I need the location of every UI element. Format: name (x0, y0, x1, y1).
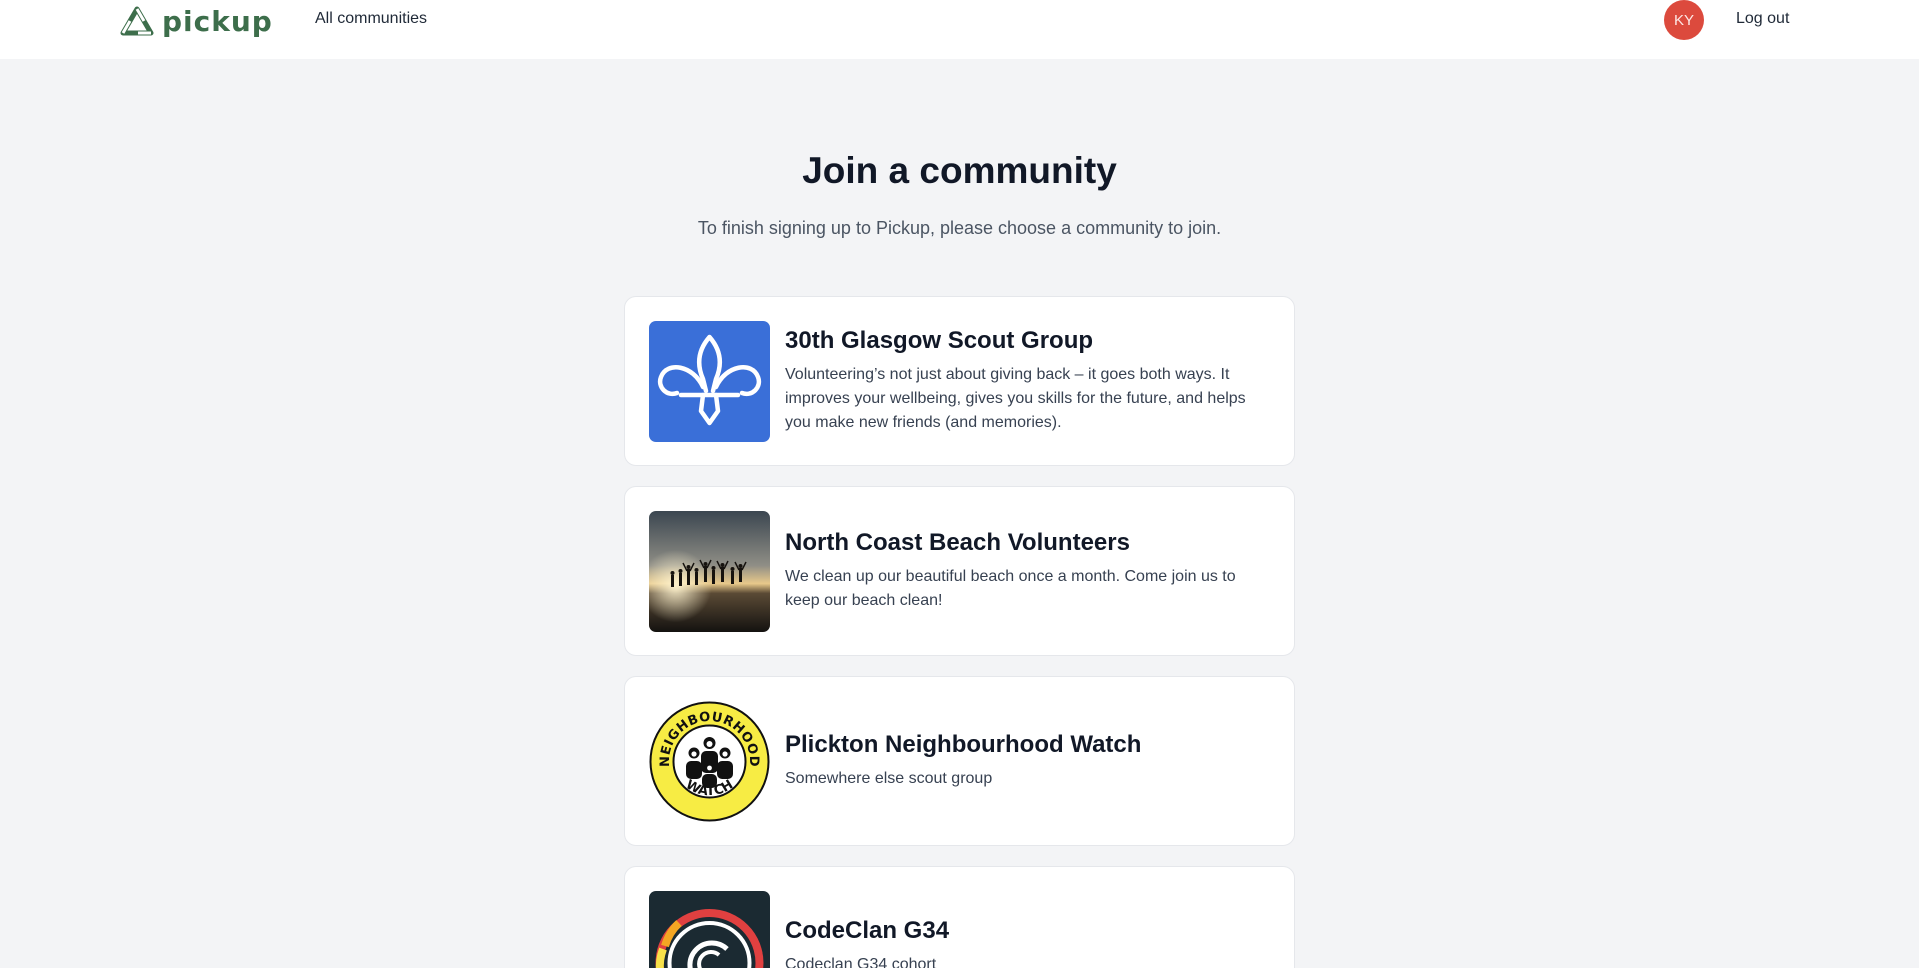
community-description: Somewhere else scout group (785, 770, 993, 787)
community-description: Volunteering’s not just about giving bac… (785, 366, 1246, 431)
community-card-codeclan-g34[interactable]: CodeClan G34 Codeclan G34 cohort (624, 866, 1295, 968)
community-name: Plickton Neighbourhood Watch (785, 731, 1142, 758)
logout-link[interactable]: Log out (1736, 10, 1789, 28)
pickup-logo[interactable]: pickup (120, 3, 273, 39)
beach-sunset-silhouettes-photo (649, 511, 770, 632)
scouts-fleur-de-lis-icon (649, 321, 770, 442)
community-name: 30th Glasgow Scout Group (785, 327, 1094, 354)
page-title: Join a community (802, 150, 1117, 191)
community-name: CodeClan G34 (785, 917, 950, 944)
community-card-plickton-neighbourhood-watch[interactable]: NEIGHBOURHOOD WATCH Plickton Neighbourho… (624, 676, 1295, 846)
community-description: We clean up our beautiful beach once a m… (785, 568, 1236, 609)
top-navigation-bar: pickup All communities KY Log out (0, 0, 1919, 59)
community-card-30th-glasgow-scout-group[interactable]: 30th Glasgow Scout Group Volunteering’s … (624, 296, 1295, 466)
user-avatar[interactable]: KY (1664, 0, 1704, 40)
nav-all-communities-link[interactable]: All communities (315, 10, 427, 28)
codeclan-logo (649, 891, 770, 968)
community-card-north-coast-beach-volunteers[interactable]: North Coast Beach Volunteers We clean up… (624, 486, 1295, 656)
community-description: Codeclan G34 cohort (785, 956, 937, 968)
logo-text: pickup (162, 4, 273, 38)
page-subtitle: To finish signing up to Pickup, please c… (697, 218, 1222, 238)
community-name: North Coast Beach Volunteers (785, 529, 1130, 556)
recycle-triangle-icon (120, 6, 154, 36)
neighbourhood-watch-logo: NEIGHBOURHOOD WATCH (649, 701, 770, 822)
